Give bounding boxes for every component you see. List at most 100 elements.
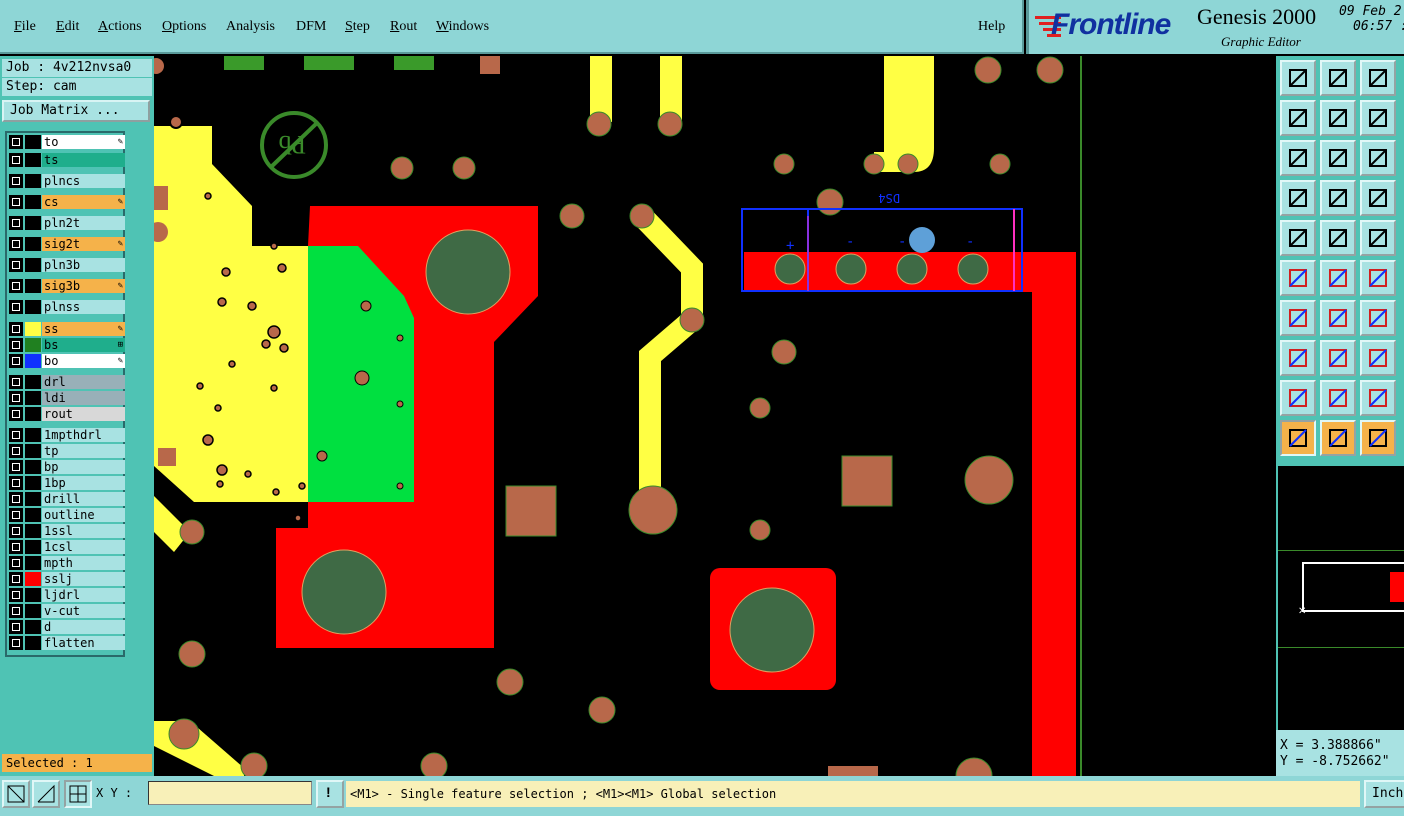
layer-row-plnss[interactable]: plnss (9, 300, 125, 314)
menu-windows[interactable]: Windows (436, 19, 489, 35)
layer-name[interactable]: sig2t ✎ (42, 237, 125, 251)
layer-color-swatch[interactable] (25, 237, 41, 251)
layer-checkbox[interactable] (9, 391, 23, 405)
layer-color-swatch[interactable] (25, 428, 41, 442)
layer-name[interactable]: sig3b ✎ (42, 279, 125, 293)
menu-dfm[interactable]: DFM (296, 19, 326, 35)
menu-analysis[interactable]: Analysis (226, 19, 275, 35)
layer-color-swatch[interactable] (25, 636, 41, 650)
layer-row-sig2t[interactable]: sig2t ✎ (9, 237, 125, 251)
layer-name[interactable]: 1bp (42, 476, 125, 490)
layer-color-swatch[interactable] (25, 476, 41, 490)
layer-color-swatch[interactable] (25, 338, 41, 352)
layer-checkbox[interactable] (9, 636, 23, 650)
layer-row-drill[interactable]: drill (9, 492, 125, 506)
measure-button[interactable] (32, 780, 60, 808)
move-down-button[interactable] (1320, 60, 1356, 96)
layer-row-ljdrl[interactable]: ljdrl (9, 588, 125, 602)
layer-row-bs[interactable]: bs ⊞ (9, 338, 125, 352)
layer-name[interactable]: to ✎ (42, 135, 125, 149)
layer-name[interactable]: ldi (42, 391, 125, 405)
layer-name[interactable]: 1ssl (42, 524, 125, 538)
one-to-one-button[interactable] (1360, 140, 1396, 176)
menu-rout[interactable]: Rout (390, 19, 417, 35)
align-left-button[interactable] (1280, 100, 1316, 136)
layer-row-mpth[interactable]: mpth (9, 556, 125, 570)
layer-checkbox[interactable] (9, 375, 23, 389)
layer-checkbox[interactable] (9, 338, 23, 352)
align-right-button[interactable] (1320, 100, 1356, 136)
layer-name[interactable]: sslj (42, 572, 125, 586)
layer-color-swatch[interactable] (25, 508, 41, 522)
units-button[interactable]: Inch (1364, 780, 1404, 808)
layer-color-swatch[interactable] (25, 588, 41, 602)
layer-color-swatch[interactable] (25, 540, 41, 554)
triangle-a-button[interactable] (1360, 380, 1396, 416)
layer-name[interactable]: pln3b (42, 258, 125, 272)
minus-button[interactable] (1320, 340, 1356, 376)
layer-color-swatch[interactable] (25, 216, 41, 230)
layer-color-swatch[interactable] (25, 375, 41, 389)
layer-row-d[interactable]: d (9, 620, 125, 634)
point-button[interactable] (1280, 340, 1316, 376)
layer-row-v-cut[interactable]: v-cut (9, 604, 125, 618)
menu-actions[interactable]: Actions (98, 19, 142, 35)
layer-color-swatch[interactable] (25, 391, 41, 405)
overview-viewport[interactable] (1302, 562, 1404, 612)
layer-checkbox[interactable] (9, 195, 23, 209)
arc-button[interactable] (1360, 300, 1396, 336)
layer-checkbox[interactable] (9, 460, 23, 474)
layer-checkbox[interactable] (9, 604, 23, 618)
zoom-fit-button[interactable] (1320, 140, 1356, 176)
move-up-button[interactable] (1280, 60, 1316, 96)
layer-name[interactable]: outline (42, 508, 125, 522)
layer-checkbox[interactable] (9, 508, 23, 522)
layer-name[interactable]: pln2t (42, 216, 125, 230)
layer-checkbox[interactable] (9, 524, 23, 538)
zoom-area-button[interactable] (2, 780, 30, 808)
node-button[interactable] (1360, 260, 1396, 296)
layer-checkbox[interactable] (9, 444, 23, 458)
pointer-rotate-button[interactable] (1360, 420, 1396, 456)
pcb-tool-button[interactable] (1360, 180, 1396, 216)
layer-color-swatch[interactable] (25, 322, 41, 336)
layer-checkbox[interactable] (9, 279, 23, 293)
menu-help[interactable]: Help (978, 19, 1005, 35)
layer-name[interactable]: ljdrl (42, 588, 125, 602)
layer-checkbox[interactable] (9, 428, 23, 442)
layer-row-1bp[interactable]: 1bp (9, 476, 125, 490)
layer-color-swatch[interactable] (25, 572, 41, 586)
layer-row-sslj[interactable]: sslj (9, 572, 125, 586)
layer-checkbox[interactable] (9, 540, 23, 554)
layer-checkbox[interactable] (9, 620, 23, 634)
width-button[interactable] (1360, 340, 1396, 376)
layer-checkbox[interactable] (9, 407, 23, 421)
slope-button[interactable] (1280, 300, 1316, 336)
layer-checkbox[interactable] (9, 153, 23, 167)
selected-feature[interactable] (909, 227, 935, 253)
layer-checkbox[interactable] (9, 300, 23, 314)
redo-button[interactable] (1360, 100, 1396, 136)
layer-color-swatch[interactable] (25, 524, 41, 538)
graphic-canvas[interactable]: Pb DS4 + - - - (154, 56, 1276, 776)
connect-button[interactable] (1280, 260, 1316, 296)
menu-edit[interactable]: Edit (56, 19, 79, 35)
layer-name[interactable]: flatten (42, 636, 125, 650)
layer-name[interactable]: bp (42, 460, 125, 474)
layer-row-sig3b[interactable]: sig3b ✎ (9, 279, 125, 293)
layer-row-1csl[interactable]: 1csl (9, 540, 125, 554)
layer-row-cs[interactable]: cs ✎ (9, 195, 125, 209)
layer-color-swatch[interactable] (25, 135, 41, 149)
xy-input[interactable] (148, 781, 312, 805)
layer-color-swatch[interactable] (25, 556, 41, 570)
layer-row-plncs[interactable]: plncs (9, 174, 125, 188)
layer-color-swatch[interactable] (25, 174, 41, 188)
layer-color-swatch[interactable] (25, 407, 41, 421)
layer-color-swatch[interactable] (25, 153, 41, 167)
overview-map[interactable]: ✕ (1276, 466, 1404, 730)
layer-row-flatten[interactable]: flatten (9, 636, 125, 650)
add-feature-button[interactable] (1280, 220, 1316, 256)
layer-color-swatch[interactable] (25, 620, 41, 634)
layer-name[interactable]: rout (42, 407, 125, 421)
layer-color-swatch[interactable] (25, 258, 41, 272)
